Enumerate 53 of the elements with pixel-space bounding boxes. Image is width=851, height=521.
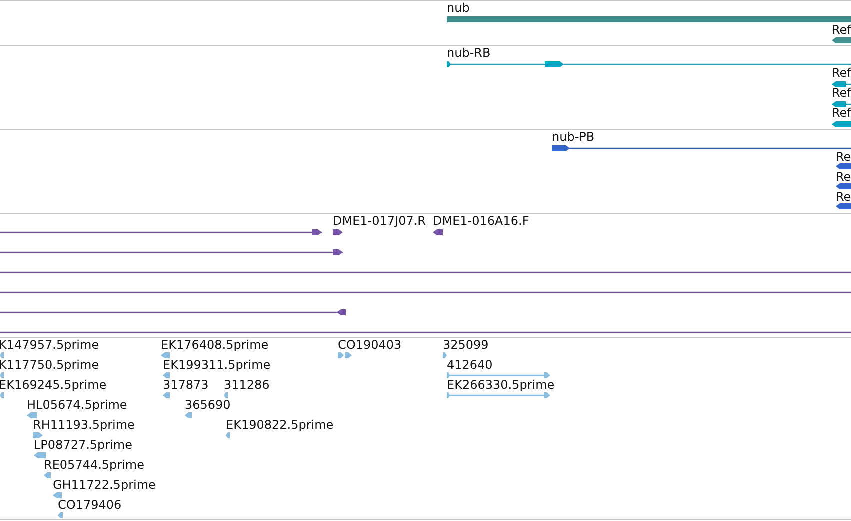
feature-label: LP08727.5prime	[34, 438, 133, 452]
feature-label: RE05744.5prime	[44, 458, 144, 472]
feature-label: 311286	[224, 378, 270, 392]
feature-label: DME1-017J07.R	[333, 214, 426, 228]
est-glyph	[443, 352, 447, 359]
est-glyph	[163, 372, 170, 379]
est-glyph	[58, 512, 63, 519]
feature-label: 365690	[185, 398, 231, 412]
est-glyph	[338, 352, 352, 359]
est-glyph	[34, 452, 46, 459]
est-glyph	[0, 352, 4, 359]
feature-label: K147957.5prime	[0, 338, 100, 352]
feature-label: CO179406	[58, 498, 122, 512]
feature-label: nub-RB	[447, 46, 491, 60]
feature-label: nub-PB	[552, 130, 595, 144]
protein-glyph	[836, 203, 851, 210]
feature-label: EK176408.5prime	[161, 338, 269, 352]
est-glyph	[224, 392, 228, 399]
transcript-glyph	[832, 81, 851, 88]
protein-glyph	[836, 183, 851, 190]
transcript-glyph	[832, 121, 851, 128]
est-glyph	[33, 432, 43, 439]
feature-label: 412640	[447, 358, 493, 372]
gene-bar	[832, 37, 851, 44]
feature-label: Re	[836, 150, 851, 164]
feature-label: CO190403	[338, 338, 402, 352]
alignment-glyph	[433, 229, 443, 236]
feature-label: EK266330.5prime	[447, 378, 555, 392]
est-glyph	[0, 392, 4, 399]
protein-glyph	[836, 163, 851, 170]
feature-label: RH11193.5prime	[33, 418, 135, 432]
feature-label: K117750.5prime	[0, 358, 100, 372]
alignment-glyph	[333, 229, 343, 236]
feature-label: 325099	[443, 338, 489, 352]
feature-label: EK190822.5prime	[226, 418, 334, 432]
est-glyph	[163, 392, 170, 399]
feature-label: nub	[447, 1, 470, 15]
est-glyph	[44, 472, 51, 479]
est-glyph	[226, 432, 230, 439]
feature-label: 317873	[163, 378, 209, 392]
feature-label: Re	[836, 190, 851, 204]
transcript-glyph	[832, 101, 851, 108]
est-glyph	[0, 372, 4, 379]
est-glyph	[161, 352, 170, 359]
est-glyph	[185, 412, 192, 419]
est-glyph	[27, 412, 37, 419]
feature-label: EK169245.5prime	[0, 378, 107, 392]
feature-label: HL05674.5prime	[27, 398, 128, 412]
feature-label: EK199311.5prime	[163, 358, 271, 372]
feature-label: Re	[836, 170, 851, 184]
feature-label: GH11722.5prime	[53, 478, 156, 492]
feature-label: DME1-016A16.F	[433, 214, 530, 228]
est-glyph	[53, 492, 62, 499]
